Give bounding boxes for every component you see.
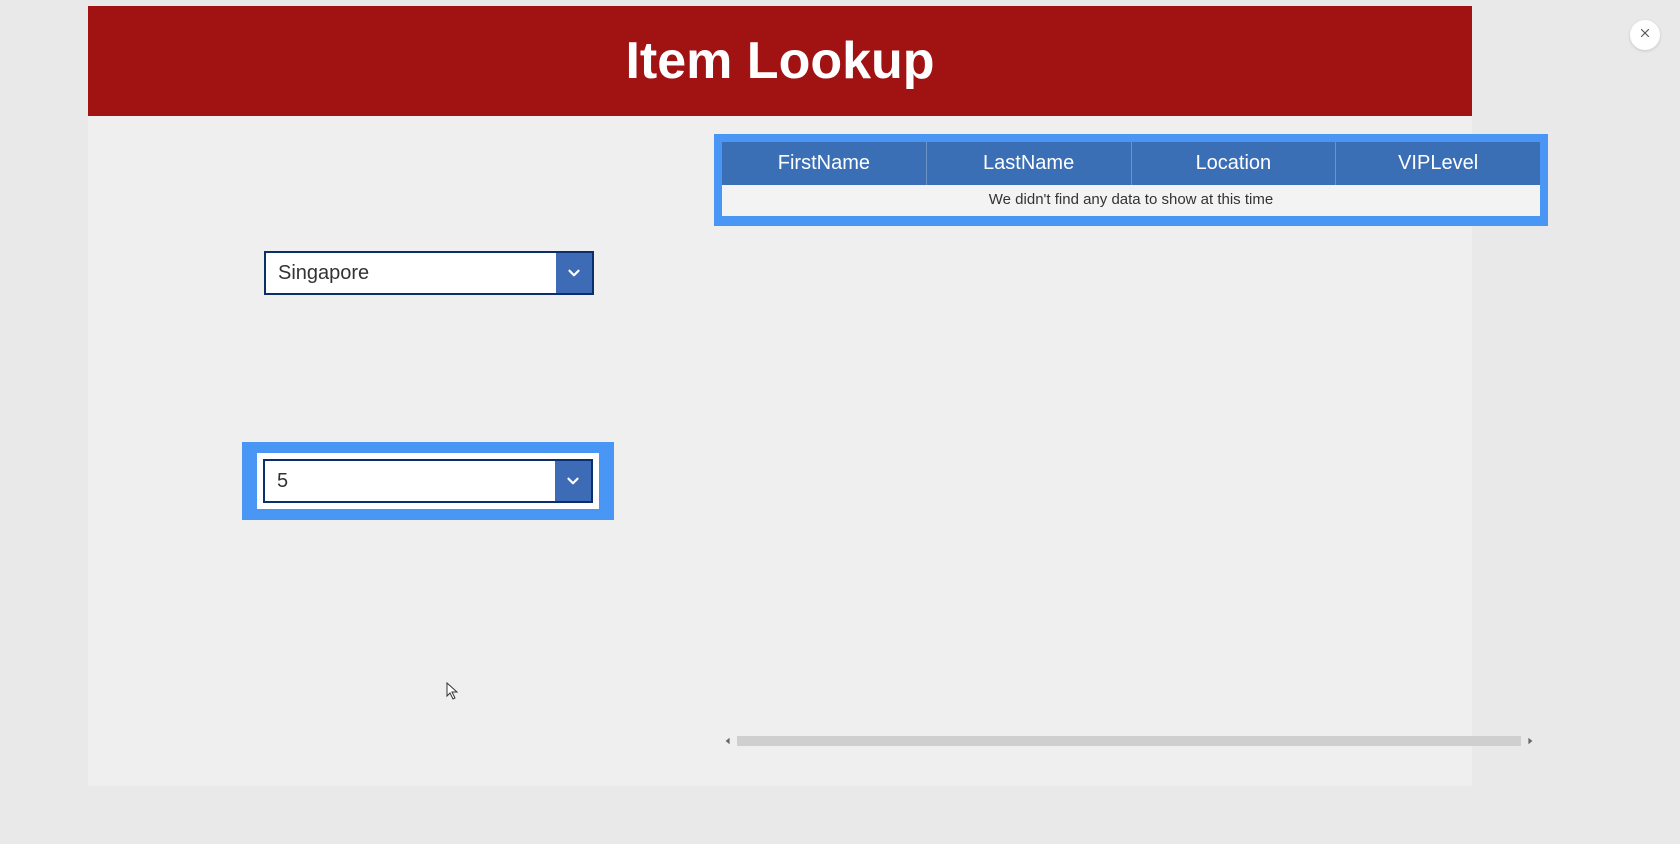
chevron-down-icon	[555, 461, 591, 501]
column-header-firstname[interactable]: FirstName	[722, 142, 927, 185]
item-lookup-panel: Item Lookup Singapore 5 FirstName LastNa…	[88, 6, 1472, 786]
vip-dropdown-frame: 5	[257, 453, 599, 509]
close-icon	[1638, 26, 1652, 45]
results-table-highlight: FirstName LastName Location VIPLevel We …	[714, 134, 1548, 226]
chevron-down-icon	[556, 253, 592, 293]
close-button[interactable]	[1630, 20, 1660, 50]
page-title: Item Lookup	[625, 31, 934, 91]
horizontal-scrollbar[interactable]	[723, 734, 1535, 748]
vip-dropdown-highlight: 5	[242, 442, 614, 520]
mouse-cursor-icon	[446, 682, 460, 700]
column-header-viplevel[interactable]: VIPLevel	[1336, 142, 1540, 185]
table-empty-message: We didn't find any data to show at this …	[722, 185, 1540, 216]
results-table: FirstName LastName Location VIPLevel We …	[722, 142, 1540, 216]
column-header-lastname[interactable]: LastName	[927, 142, 1132, 185]
location-dropdown[interactable]: Singapore	[264, 251, 594, 295]
scroll-right-arrow-icon[interactable]	[1525, 736, 1535, 746]
scrollbar-track[interactable]	[737, 736, 1521, 746]
column-header-location[interactable]: Location	[1132, 142, 1337, 185]
scroll-left-arrow-icon[interactable]	[723, 736, 733, 746]
vip-dropdown[interactable]: 5	[263, 459, 593, 503]
table-header-row: FirstName LastName Location VIPLevel	[722, 142, 1540, 185]
header-bar: Item Lookup	[88, 6, 1472, 116]
vip-dropdown-value: 5	[265, 461, 555, 501]
location-dropdown-value: Singapore	[266, 253, 556, 293]
